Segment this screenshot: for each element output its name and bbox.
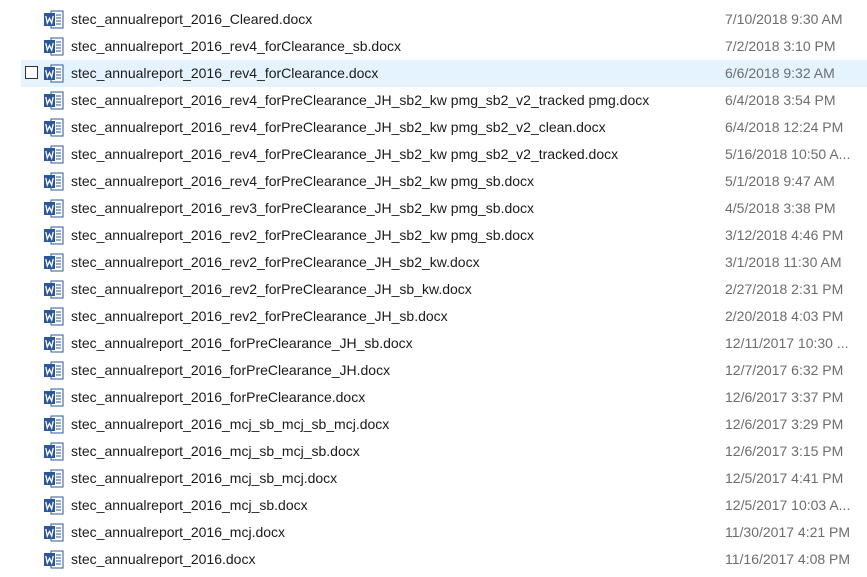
word-document-icon <box>44 145 64 164</box>
word-document-icon <box>44 199 64 218</box>
word-document-icon <box>44 307 64 326</box>
file-row[interactable]: stec_annualreport_2016_rev2_forPreCleara… <box>0 303 867 330</box>
file-name: stec_annualreport_2016_rev4_forPreCleara… <box>71 119 606 135</box>
date-modified: 6/4/2018 3:54 PM <box>725 92 836 108</box>
date-modified: 11/30/2017 4:21 PM <box>725 524 851 540</box>
file-name: stec_annualreport_2016_rev4_forPreCleara… <box>71 173 535 189</box>
file-name: stec_annualreport_2016_rev4_forClearance… <box>71 65 379 81</box>
date-modified: 11/16/2017 4:08 PM <box>725 551 851 567</box>
date-modified: 7/2/2018 3:10 PM <box>725 38 836 54</box>
file-row[interactable]: stec_annualreport_2016_mcj_sb_mcj.docx 1… <box>0 465 867 492</box>
date-modified: 12/6/2017 3:37 PM <box>725 389 844 405</box>
word-document-icon <box>44 334 64 353</box>
date-modified: 7/10/2018 9:30 AM <box>725 11 843 27</box>
file-name: stec_annualreport_2016_rev3_forPreCleara… <box>71 200 535 216</box>
file-name: stec_annualreport_2016_forPreClearance_J… <box>71 335 413 351</box>
word-document-icon <box>44 37 64 56</box>
file-name: stec_annualreport_2016_rev2_forPreCleara… <box>71 281 472 297</box>
file-row[interactable]: stec_annualreport_2016_forPreClearance.d… <box>0 384 867 411</box>
file-name: stec_annualreport_2016_rev4_forPreCleara… <box>71 92 650 108</box>
date-modified: 5/1/2018 9:47 AM <box>725 173 835 189</box>
word-document-icon <box>44 361 64 380</box>
date-modified: 12/5/2017 10:03 A... <box>725 497 851 513</box>
word-document-icon <box>44 523 64 542</box>
date-modified: 3/1/2018 11:30 AM <box>725 254 842 270</box>
row-checkbox[interactable] <box>25 66 38 79</box>
date-modified: 12/5/2017 4:41 PM <box>725 470 844 486</box>
file-name: stec_annualreport_2016_mcj_sb_mcj_sb.doc… <box>71 443 360 459</box>
file-row[interactable]: stec_annualreport_2016_rev4_forPreCleara… <box>0 168 867 195</box>
date-modified: 12/11/2017 10:30 ... <box>725 335 849 351</box>
word-document-icon <box>44 64 64 83</box>
file-name: stec_annualreport_2016_mcj_sb_mcj.docx <box>71 470 338 486</box>
file-name: stec_annualreport_2016.docx <box>71 551 256 567</box>
file-name: stec_annualreport_2016_mcj_sb_mcj_sb_mcj… <box>71 416 390 432</box>
file-row[interactable]: stec_annualreport_2016_mcj_sb_mcj_sb.doc… <box>0 438 867 465</box>
file-name: stec_annualreport_2016_rev2_forPreCleara… <box>71 254 480 270</box>
file-row[interactable]: stec_annualreport_2016_mcj_sb.docx 12/5/… <box>0 492 867 519</box>
file-name: stec_annualreport_2016_rev4_forPreCleara… <box>71 146 619 162</box>
date-modified: 4/5/2018 3:38 PM <box>725 200 836 216</box>
word-document-icon <box>44 442 64 461</box>
date-modified: 5/16/2018 10:50 A... <box>725 146 851 162</box>
date-modified: 3/12/2018 4:46 PM <box>725 227 844 243</box>
file-row[interactable]: stec_annualreport_2016_forPreClearance_J… <box>0 357 867 384</box>
file-name: stec_annualreport_2016_mcj.docx <box>71 524 286 540</box>
file-name: stec_annualreport_2016_rev4_forClearance… <box>71 38 401 54</box>
file-name: stec_annualreport_2016_Cleared.docx <box>71 11 313 27</box>
date-modified: 2/27/2018 2:31 PM <box>725 281 844 297</box>
file-row[interactable]: stec_annualreport_2016_rev4_forClearance… <box>0 60 867 87</box>
file-row[interactable]: stec_annualreport_2016_rev4_forPreCleara… <box>0 114 867 141</box>
file-row[interactable]: stec_annualreport_2016.docx 11/16/2017 4… <box>0 546 867 573</box>
date-modified: 6/6/2018 9:32 AM <box>725 65 835 81</box>
file-name: stec_annualreport_2016_forPreClearance.d… <box>71 389 366 405</box>
file-row[interactable]: stec_annualreport_2016_mcj_sb_mcj_sb_mcj… <box>0 411 867 438</box>
word-document-icon <box>44 496 64 515</box>
file-row[interactable]: stec_annualreport_2016_rev3_forPreCleara… <box>0 195 867 222</box>
date-modified: 6/4/2018 12:24 PM <box>725 119 844 135</box>
file-row[interactable]: stec_annualreport_2016_rev4_forPreCleara… <box>0 87 867 114</box>
file-name: stec_annualreport_2016_mcj_sb.docx <box>71 497 308 513</box>
file-row[interactable]: stec_annualreport_2016_rev2_forPreCleara… <box>0 222 867 249</box>
word-document-icon <box>44 226 64 245</box>
date-modified: 12/6/2017 3:15 PM <box>725 443 844 459</box>
word-document-icon <box>44 388 64 407</box>
file-row[interactable]: stec_annualreport_2016_rev2_forPreCleara… <box>0 276 867 303</box>
date-modified: 12/6/2017 3:29 PM <box>725 416 844 432</box>
word-document-icon <box>44 550 64 569</box>
word-document-icon <box>44 91 64 110</box>
word-document-icon <box>44 172 64 191</box>
file-name: stec_annualreport_2016_rev2_forPreCleara… <box>71 308 448 324</box>
word-document-icon <box>44 118 64 137</box>
file-row[interactable]: stec_annualreport_2016_forPreClearance_J… <box>0 330 867 357</box>
file-name: stec_annualreport_2016_forPreClearance_J… <box>71 362 391 378</box>
date-modified: 2/20/2018 4:03 PM <box>725 308 844 324</box>
file-row[interactable]: stec_annualreport_2016_Cleared.docx 7/10… <box>0 6 867 33</box>
file-name: stec_annualreport_2016_rev2_forPreCleara… <box>71 227 535 243</box>
file-row[interactable]: stec_annualreport_2016_mcj.docx 11/30/20… <box>0 519 867 546</box>
file-list: stec_annualreport_2016_Cleared.docx 7/10… <box>0 6 867 573</box>
word-document-icon <box>44 469 64 488</box>
date-modified: 12/7/2017 6:32 PM <box>725 362 844 378</box>
file-row[interactable]: stec_annualreport_2016_rev2_forPreCleara… <box>0 249 867 276</box>
file-row[interactable]: stec_annualreport_2016_rev4_forClearance… <box>0 33 867 60</box>
word-document-icon <box>44 415 64 434</box>
file-row[interactable]: stec_annualreport_2016_rev4_forPreCleara… <box>0 141 867 168</box>
word-document-icon <box>44 253 64 272</box>
word-document-icon <box>44 10 64 29</box>
word-document-icon <box>44 280 64 299</box>
